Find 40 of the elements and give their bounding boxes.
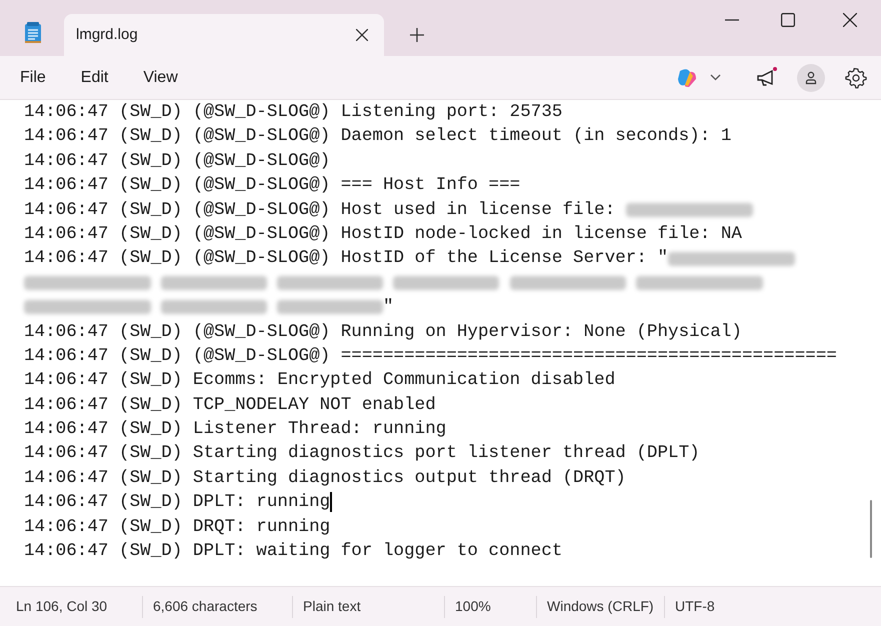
chevron-down-icon[interactable] <box>710 74 721 81</box>
log-line: 14:06:47 (SW_D) DRQT: running <box>24 516 330 539</box>
status-item: Windows (CRLF) <box>547 597 654 616</box>
status-item: 6,606 characters <box>153 597 258 616</box>
maximize-icon[interactable] <box>781 13 795 27</box>
log-line: 14:06:47 (SW_D) (@SW_D-SLOG@) Host used in license file: <box>24 198 616 222</box>
menu-item[interactable]: File <box>10 62 56 92</box>
log-line: 14:06:47 (SW_D) (@SW_D-SLOG@) Daemon select timeout (in seconds): 1 <box>24 125 732 148</box>
log-line: " <box>382 296 394 320</box>
document-tab[interactable]: lmgrd.log <box>64 14 384 56</box>
log-line: 14:06:47 (SW_D) (@SW_D-SLOG@) HostID node-locked in license file: NA <box>24 222 742 246</box>
notepad-icon <box>24 22 42 44</box>
log-line: 14:06:47 (SW_D) (@SW_D-SLOG@) =============================================== <box>24 344 837 368</box>
status-item: UTF-8 <box>675 597 715 616</box>
log-line: 14:06:47 (SW_D) (@SW_D-SLOG@) Listening port: 25735 <box>24 101 562 124</box>
menu-item[interactable]: View <box>133 62 188 92</box>
log-line: 14:06:47 (SW_D) (@SW_D-SLOG@) === Host Info === <box>24 174 520 198</box>
close-icon[interactable] <box>843 13 857 27</box>
log-line: 14:06:47 (SW_D) (@SW_D-SLOG@) <box>24 150 330 173</box>
log-line: 14:06:47 (SW_D) (@SW_D-SLOG@) Running on Hypervisor: None (Physical) <box>24 320 742 344</box>
settings-icon[interactable] <box>845 66 867 88</box>
log-line: 14:06:47 (SW_D) DPLT: waiting for logger to connect <box>24 540 562 564</box>
log-line: 14:06:47 (SW_D) DPLT: running <box>24 491 330 514</box>
status-item: Plain text <box>303 597 361 616</box>
log-line: 14:06:47 (SW_D) Starting diagnostics port listener thread (DPLT) <box>24 442 700 466</box>
log-line: 14:06:47 (SW_D) (@SW_D-SLOG@) HostID of the License Server: " <box>24 247 668 270</box>
log-line: 14:06:47 (SW_D) Ecomms: Encrypted Communication disabled <box>24 369 616 392</box>
menu-item[interactable]: Edit <box>70 62 118 92</box>
status-item: Ln 106, Col 30 <box>16 597 108 616</box>
status-item: 100% <box>455 597 491 616</box>
tab-title: lmgrd.log <box>76 24 138 45</box>
account-icon[interactable] <box>797 64 825 92</box>
new-tab-icon[interactable] <box>410 28 424 42</box>
log-line: 14:06:47 (SW_D) Starting diagnostics output thread (DRQT) <box>24 466 626 490</box>
log-line: 14:06:47 (SW_D) TCP_NODELAY NOT enabled <box>24 394 436 417</box>
scrollbar-thumb[interactable] <box>870 500 872 558</box>
copilot-icon[interactable] <box>676 66 698 88</box>
minimize-icon[interactable] <box>725 19 739 21</box>
log-line: 14:06:47 (SW_D) Listener Thread: running <box>24 418 446 442</box>
close-tab-icon[interactable] <box>356 29 368 41</box>
